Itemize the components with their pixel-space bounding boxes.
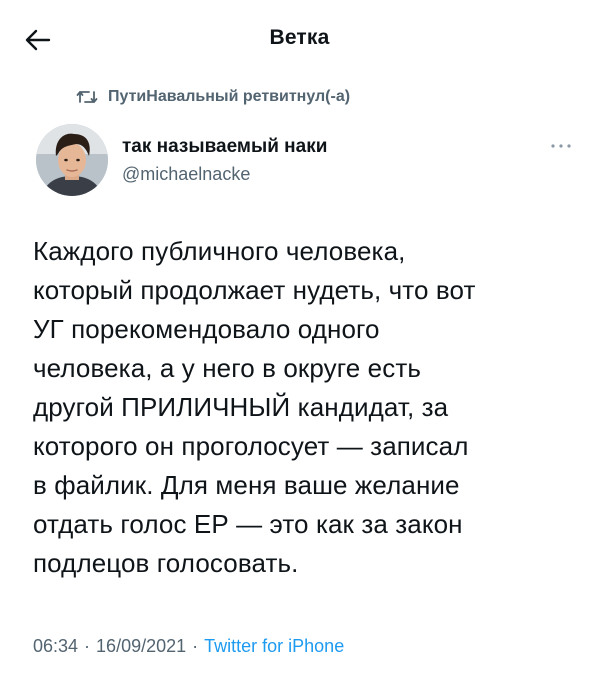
meta-separator: ·: [84, 636, 91, 656]
tweet-meta: 06:34 · 16/09/2021 · Twitter for iPhone: [33, 636, 344, 657]
tweet-source-link[interactable]: Twitter for iPhone: [204, 636, 344, 657]
retweet-text: ПутиНавальный ретвитнул(-а): [108, 88, 351, 105]
author-name[interactable]: так называемый наки: [122, 136, 327, 158]
tweet-date[interactable]: 16/09/2021: [96, 636, 186, 657]
author-handle[interactable]: @michaelnacke: [122, 164, 250, 185]
retweet-indicator[interactable]: ПутиНавальный ретвитнул(-а): [76, 84, 350, 110]
page-title: Ветка: [269, 26, 330, 49]
meta-separator: ·: [192, 636, 199, 656]
avatar-photo: [36, 124, 108, 196]
tweet-time[interactable]: 06:34: [33, 636, 78, 657]
retweet-icon: [76, 86, 98, 108]
more-dots-icon: [551, 144, 571, 148]
avatar[interactable]: [36, 124, 108, 196]
more-button[interactable]: [548, 136, 574, 156]
header: Ветка: [0, 0, 599, 80]
tweet-text: Каждого публичного человека, который про…: [33, 236, 476, 578]
